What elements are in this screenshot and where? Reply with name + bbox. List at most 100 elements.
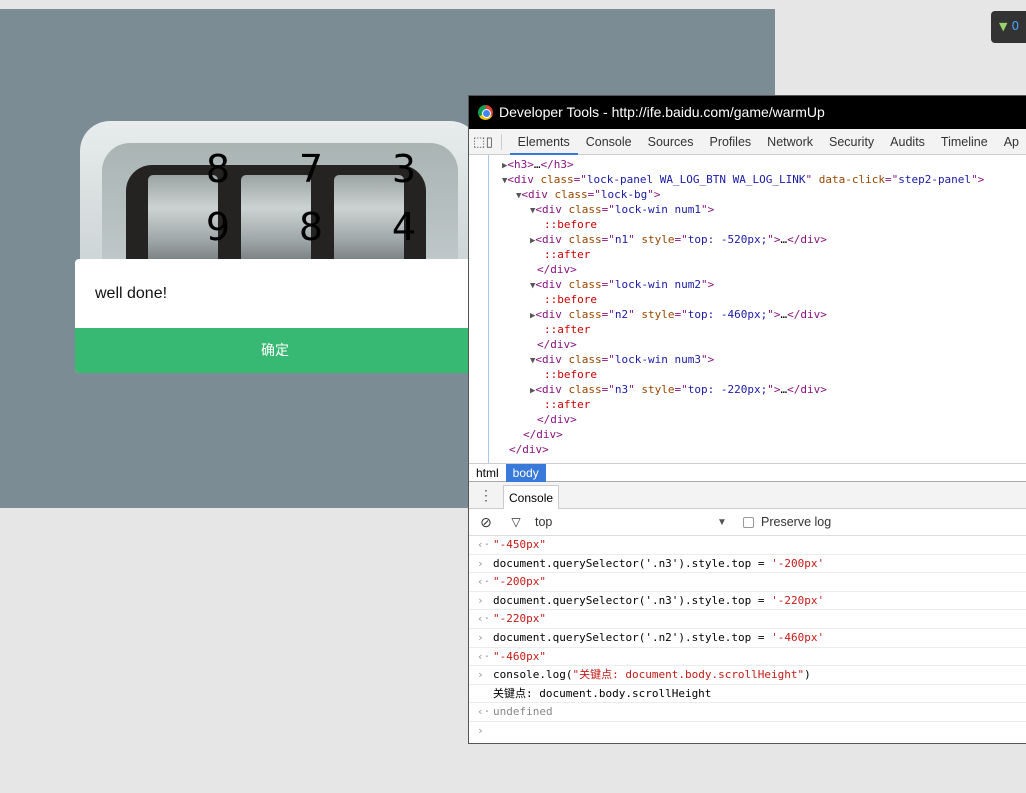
- dom-node[interactable]: ▶<div class="n3" style="top: -220px;">…<…: [469, 382, 1026, 397]
- badge-count: 0: [1011, 19, 1020, 33]
- dom-node[interactable]: ▼<div class="lock-win num3">: [469, 352, 1026, 367]
- console-text: document.querySelector('.n3').style.top …: [493, 593, 772, 607]
- confirm-button[interactable]: 确定: [75, 328, 475, 373]
- dom-token: ::after: [544, 323, 591, 336]
- wheel-digit: 4: [391, 205, 417, 249]
- dom-node[interactable]: ▶<div class="n2" style="top: -460px;">…<…: [469, 307, 1026, 322]
- notification-badge[interactable]: ▼ 0: [991, 11, 1026, 43]
- dom-node[interactable]: ▶<h3>…</h3>: [469, 157, 1026, 172]
- console-toolbar: ⊘ ▽ top ▼ Preserve log: [469, 509, 1026, 536]
- dom-token: ": [805, 173, 819, 186]
- dom-token: ">: [701, 203, 715, 216]
- dom-token: class: [568, 308, 602, 321]
- dom-node[interactable]: ▶<div class="n1" style="top: -520px;">…<…: [469, 232, 1026, 247]
- dom-token: =": [601, 353, 615, 366]
- breadcrumb-html[interactable]: html: [469, 464, 506, 482]
- tab-console[interactable]: Console: [578, 129, 640, 155]
- tab-audits[interactable]: Audits: [882, 129, 933, 155]
- console-entry: › document.querySelector('.n3').style.top…: [469, 592, 1026, 611]
- tab-network[interactable]: Network: [759, 129, 821, 155]
- console-text: '-220px': [771, 593, 825, 607]
- dom-token: <div: [535, 353, 569, 366]
- tab-elements[interactable]: Elements: [509, 129, 578, 155]
- dom-node[interactable]: ▼<div class="lock-win num1">: [469, 202, 1026, 217]
- dom-node[interactable]: ::after: [469, 397, 1026, 412]
- dom-node[interactable]: ::before: [469, 292, 1026, 307]
- dom-token: =": [601, 203, 615, 216]
- dom-node[interactable]: </div>: [469, 412, 1026, 427]
- breadcrumb-body[interactable]: body: [505, 463, 546, 482]
- tab-security[interactable]: Security: [821, 129, 882, 155]
- dom-token: class: [568, 203, 602, 216]
- dom-token: <div: [521, 188, 555, 201]
- console-entry: 关键点: document.body.scrollHeight: [469, 685, 1026, 704]
- dom-token: </div>: [523, 428, 563, 441]
- dom-node[interactable]: </div>: [469, 427, 1026, 442]
- dom-token: lock-bg: [600, 188, 648, 201]
- dom-token: ": [628, 383, 642, 396]
- console-text: "-200px": [493, 575, 546, 589]
- dom-token: =": [674, 383, 688, 396]
- dom-node[interactable]: ::before: [469, 367, 1026, 382]
- console-text: "-460px": [493, 649, 546, 663]
- dom-node[interactable]: </div>: [469, 337, 1026, 352]
- dom-token: <div: [535, 383, 569, 396]
- dom-token: class: [568, 233, 602, 246]
- drawer-header: ⋮ Console: [469, 481, 1026, 509]
- dom-node[interactable]: </div>: [469, 442, 1026, 457]
- dom-token: ::before: [544, 293, 597, 306]
- dom-token: top: -460px;: [687, 308, 768, 321]
- dom-token: style: [641, 233, 675, 246]
- dom-node[interactable]: ▼<div class="lock-win num2">: [469, 277, 1026, 292]
- dom-node[interactable]: ::before: [469, 217, 1026, 232]
- dom-token: class: [568, 383, 602, 396]
- dom-token: ">: [701, 353, 715, 366]
- console-prompt[interactable]: ›: [469, 722, 1026, 741]
- filter-icon[interactable]: ▽: [503, 515, 529, 529]
- clear-console-icon[interactable]: ⊘: [473, 514, 499, 531]
- console-text: 关键点: document.body.scrollHeight: [493, 686, 712, 700]
- dom-node[interactable]: </div>: [469, 262, 1026, 277]
- input-chevron-icon: ›: [477, 630, 484, 644]
- inspect-element-icon[interactable]: ⬚: [473, 134, 485, 150]
- output-chevron-icon: ‹·: [477, 649, 491, 663]
- dom-node[interactable]: ::after: [469, 247, 1026, 262]
- dom-token: lock-win num3: [614, 353, 702, 366]
- dom-token: ": [628, 233, 642, 246]
- dom-node[interactable]: ▼<div class="lock-panel WA_LOG_BTN WA_LO…: [469, 172, 1026, 187]
- tab-profiles[interactable]: Profiles: [701, 129, 759, 155]
- dom-token: =": [601, 308, 615, 321]
- dom-token: ">: [971, 173, 985, 186]
- console-text: console.log(: [493, 668, 573, 682]
- dom-token: step2-panel: [898, 173, 972, 186]
- dom-token: n2: [614, 308, 629, 321]
- dom-node[interactable]: ▼<div class="lock-bg">: [469, 187, 1026, 202]
- dom-token: ::after: [544, 248, 591, 261]
- dom-token: ": [628, 308, 642, 321]
- console-text: document.querySelector('.n3').style.top …: [493, 556, 772, 570]
- dom-token: …: [533, 158, 541, 171]
- more-vertical-icon[interactable]: ⋮: [469, 487, 503, 504]
- tab-sources[interactable]: Sources: [640, 129, 702, 155]
- window-title: Developer Tools - http://ife.baidu.com/g…: [499, 104, 825, 120]
- console-text: undefined: [493, 705, 553, 719]
- preserve-log-checkbox[interactable]: [743, 516, 754, 528]
- devtools-titlebar[interactable]: Developer Tools - http://ife.baidu.com/g…: [469, 96, 1026, 129]
- dropdown-arrow-icon[interactable]: ▼: [717, 517, 737, 528]
- console-text: "关键点: document.body.scrollHeight": [572, 668, 805, 682]
- context-select[interactable]: top: [529, 515, 717, 529]
- dom-token: =": [587, 188, 601, 201]
- dom-token: ">: [701, 278, 715, 291]
- dom-node[interactable]: ::after: [469, 322, 1026, 337]
- device-mode-icon[interactable]: ▯: [485, 134, 493, 150]
- dom-token: </div>: [509, 443, 549, 456]
- preserve-log-label: Preserve log: [761, 515, 832, 529]
- dom-token: </div>: [787, 383, 827, 396]
- input-chevron-icon: ›: [477, 556, 484, 570]
- dom-token: class: [568, 353, 602, 366]
- tab-timeline[interactable]: Timeline: [933, 129, 996, 155]
- dom-token: n3: [614, 383, 629, 396]
- drawer-tab-console[interactable]: Console: [503, 485, 560, 509]
- dom-token: <div: [535, 308, 569, 321]
- tab-ap[interactable]: Ap: [996, 129, 1026, 155]
